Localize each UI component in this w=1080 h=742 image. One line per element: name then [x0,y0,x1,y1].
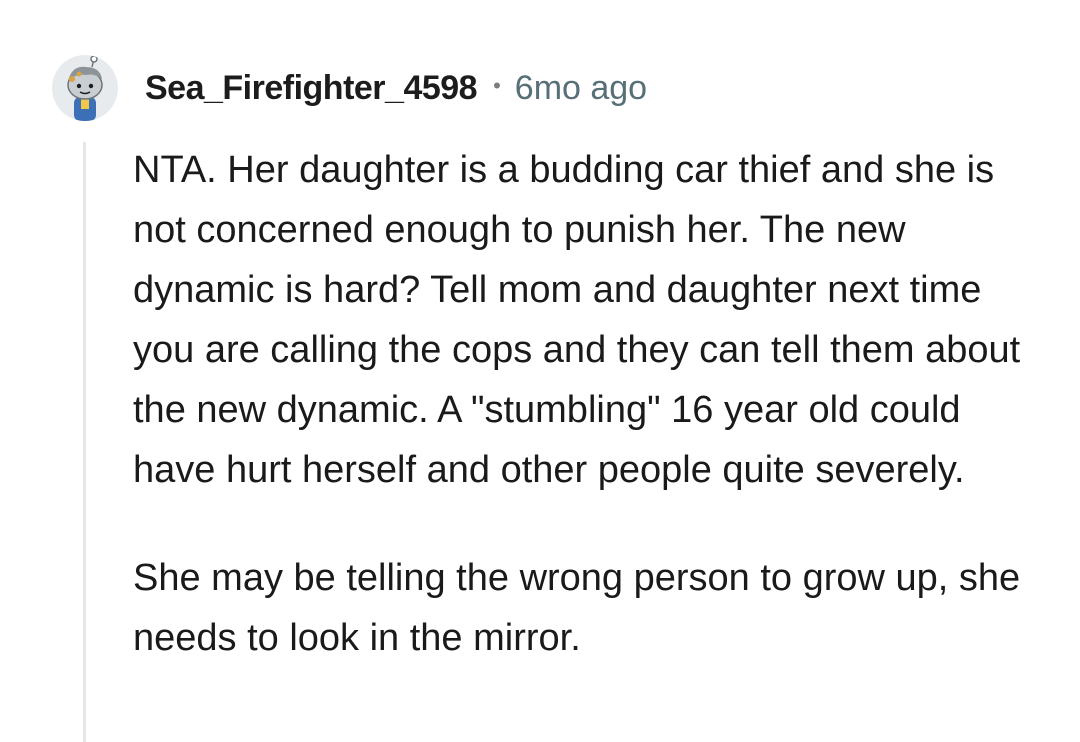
comment-body: NTA. Her daughter is a budding car thief… [133,140,1033,668]
comment-paragraph: NTA. Her daughter is a budding car thief… [133,149,1021,491]
avatar[interactable] [52,55,118,121]
author-username[interactable]: Sea_Firefighter_4598 [145,69,478,108]
comment-header: Sea_Firefighter_4598 • 6mo ago [52,50,647,126]
reddit-snoo-avatar-icon [67,55,103,121]
comment: Sea_Firefighter_4598 • 6mo ago NTA. Her … [0,0,1080,742]
comment-paragraph: She may be telling the wrong person to g… [133,557,1021,659]
separator-dot: • [493,73,501,98]
thread-collapse-line[interactable] [83,142,86,742]
comment-timestamp[interactable]: 6mo ago [515,69,647,108]
